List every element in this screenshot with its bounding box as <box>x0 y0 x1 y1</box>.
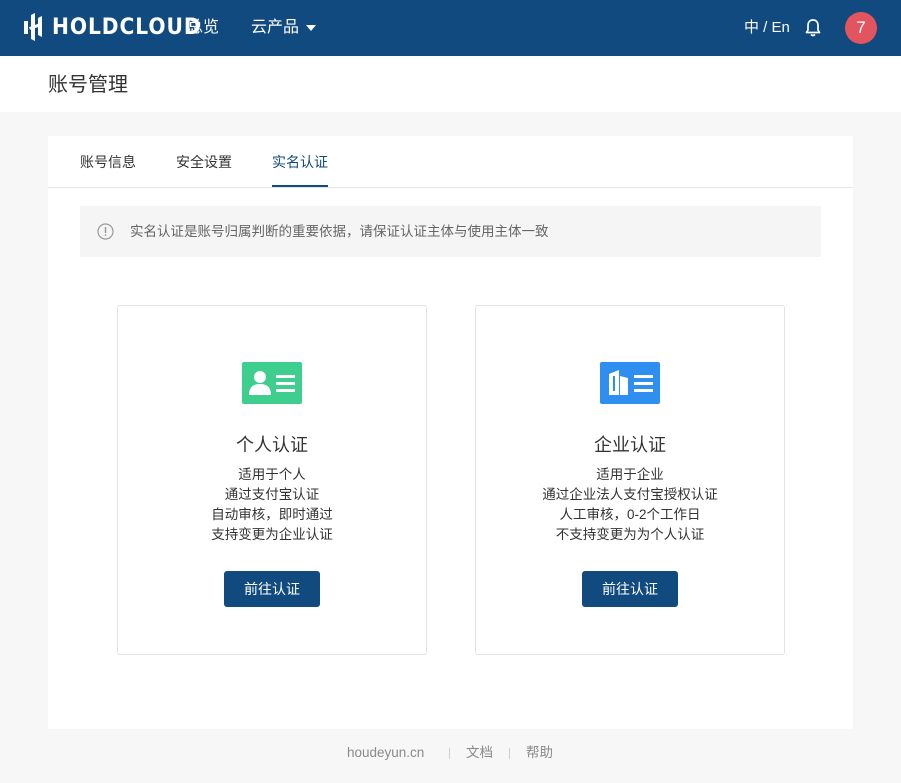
footer-divider <box>509 748 510 759</box>
top-navbar: HOLDCLOUD 总览 云产品 中 / En 7 <box>0 0 901 56</box>
personal-auth-desc-4: 支持变更为企业认证 <box>211 527 333 542</box>
id-card-icon <box>242 362 302 404</box>
personal-auth-desc-2: 通过支付宝认证 <box>224 487 320 502</box>
personal-auth-desc-1: 适用于个人 <box>238 467 306 482</box>
page-header: 账号管理 <box>0 56 901 112</box>
personal-auth-button[interactable]: 前往认证 <box>224 571 320 607</box>
logo-text: HOLDCLOUD <box>52 14 202 40</box>
tab-security-settings[interactable]: 安全设置 <box>176 153 232 171</box>
avatar[interactable]: 7 <box>845 12 877 44</box>
enterprise-auth-title: 企业认证 <box>594 435 666 455</box>
caret-down-icon <box>306 25 317 31</box>
active-tab-indicator <box>272 185 328 187</box>
nav-cloud-products-label: 云产品 <box>251 19 300 36</box>
page-title: 账号管理 <box>48 74 128 96</box>
nav-overview[interactable]: 总览 <box>187 17 219 39</box>
enterprise-auth-desc-1: 适用于企业 <box>596 467 664 482</box>
footer-site-link[interactable]: houdeyun.cn <box>347 743 424 763</box>
footer-divider <box>449 748 450 759</box>
tab-account-info[interactable]: 账号信息 <box>80 153 136 171</box>
building-card-icon <box>600 362 660 404</box>
nav-cloud-products[interactable]: 云产品 <box>251 17 317 39</box>
logo-mark-icon <box>24 13 42 41</box>
footer-docs-link[interactable]: 文档 <box>466 743 493 763</box>
footer: houdeyun.cn 文档 帮助 <box>0 743 901 763</box>
notice-text: 实名认证是账号归属判断的重要依据，请保证认证主体与使用主体一致 <box>130 224 549 239</box>
enterprise-auth-button[interactable]: 前往认证 <box>582 571 678 607</box>
personal-auth-desc-3: 自动审核，即时通过 <box>211 507 333 522</box>
enterprise-auth-desc-3: 人工审核，0-2个工作日 <box>559 507 701 522</box>
personal-auth-card: 个人认证 适用于个人 通过支付宝认证 自动审核，即时通过 支持变更为企业认证 前… <box>117 305 427 655</box>
language-switch[interactable]: 中 / En <box>744 18 790 38</box>
enterprise-auth-desc-2: 通过企业法人支付宝授权认证 <box>542 487 718 502</box>
main-card: 账号信息 安全设置 实名认证 实名认证是账号归属判断的重要依据，请保证认证主体与… <box>48 136 853 729</box>
info-icon <box>97 223 114 240</box>
enterprise-auth-card: 企业认证 适用于企业 通过企业法人支付宝授权认证 人工审核，0-2个工作日 不支… <box>475 305 785 655</box>
footer-help-link[interactable]: 帮助 <box>526 743 553 763</box>
enterprise-auth-desc-4: 不支持变更为为个人认证 <box>555 527 705 542</box>
personal-auth-title: 个人认证 <box>236 435 308 455</box>
bell-icon[interactable] <box>804 18 822 38</box>
tab-real-name-auth[interactable]: 实名认证 <box>272 153 328 171</box>
tab-bar: 账号信息 安全设置 实名认证 <box>48 136 853 188</box>
notice-banner: 实名认证是账号归属判断的重要依据，请保证认证主体与使用主体一致 <box>80 206 821 257</box>
